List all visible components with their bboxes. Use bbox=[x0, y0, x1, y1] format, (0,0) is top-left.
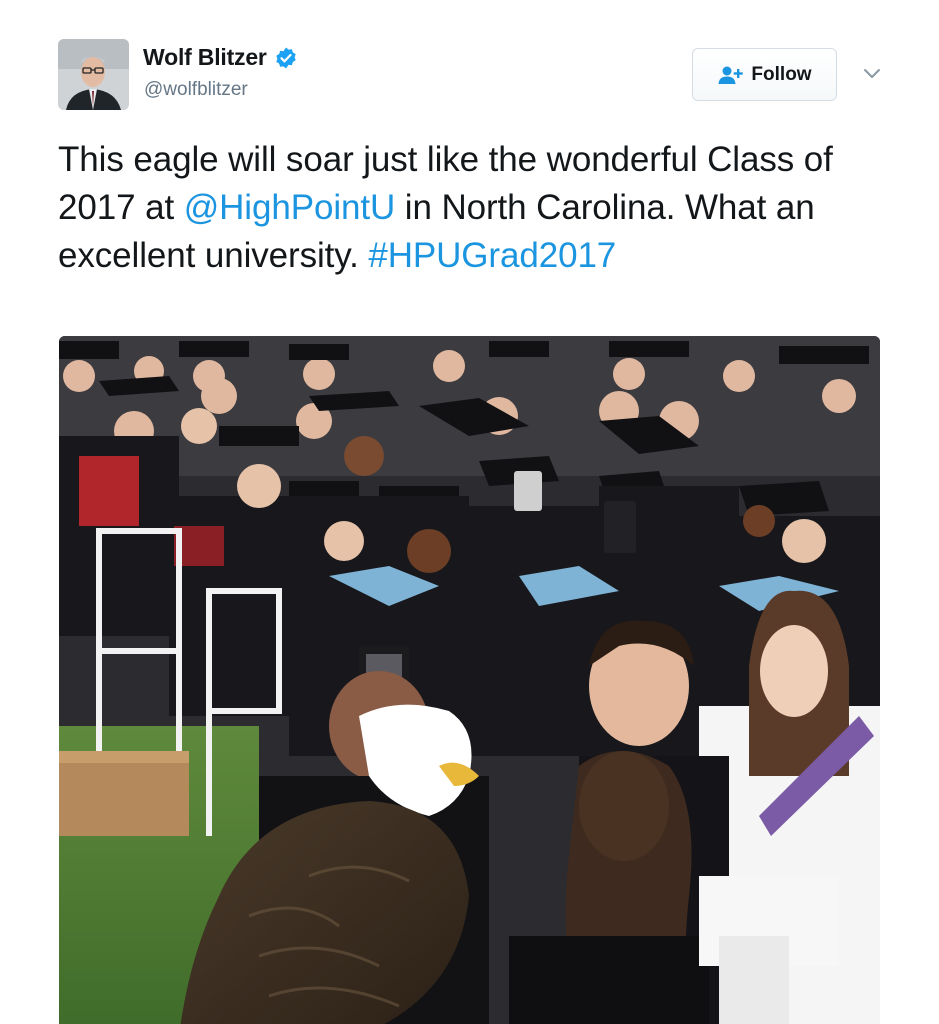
author-name[interactable]: Wolf Blitzer bbox=[143, 44, 267, 71]
author-name-row[interactable]: Wolf Blitzer bbox=[143, 44, 298, 71]
author-handle[interactable]: @wolfblitzer bbox=[144, 79, 248, 101]
chevron-down-icon[interactable] bbox=[858, 64, 886, 84]
avatar[interactable] bbox=[58, 39, 129, 110]
photo-image bbox=[59, 336, 880, 1024]
mention-link[interactable]: @HighPointU bbox=[184, 188, 396, 227]
add-user-icon bbox=[717, 65, 745, 85]
avatar-image bbox=[58, 39, 129, 110]
tweet-text: This eagle will soar just like the wonde… bbox=[58, 136, 888, 280]
tweet: Wolf Blitzer @wolfblitzer Follow This ea… bbox=[0, 0, 939, 1024]
tweet-photo[interactable] bbox=[59, 336, 880, 1024]
follow-button-label: Follow bbox=[751, 63, 812, 85]
hashtag-link[interactable]: #HPUGrad2017 bbox=[368, 236, 616, 275]
follow-button[interactable]: Follow bbox=[692, 48, 837, 101]
verified-badge-icon bbox=[274, 46, 298, 70]
